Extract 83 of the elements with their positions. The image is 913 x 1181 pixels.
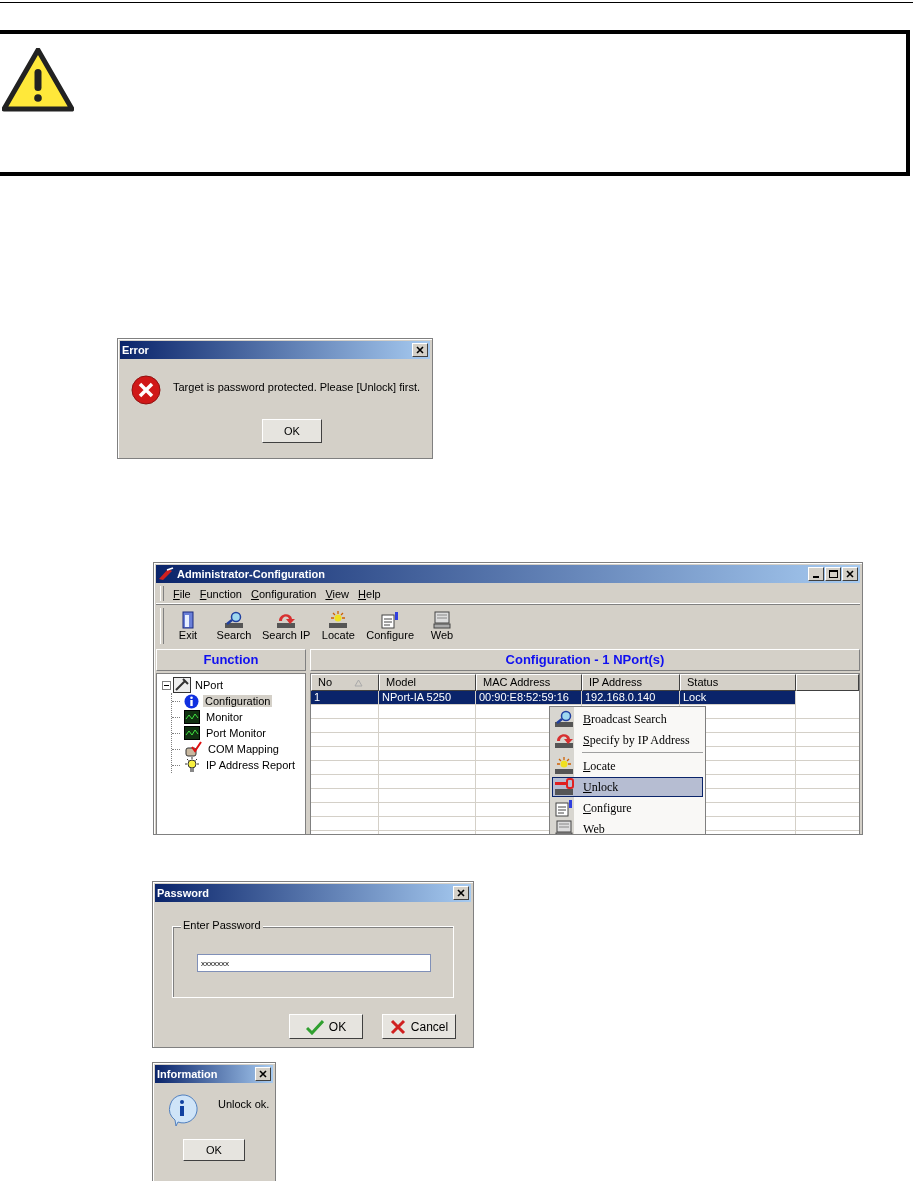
table-cell: 00:90:E8:52:59:16 <box>476 691 582 705</box>
error-message: Target is password protected. Please [Unlock] first. <box>173 381 420 393</box>
close-icon <box>259 1070 267 1078</box>
menu-item[interactable]: Broadcast Search <box>552 709 703 729</box>
hand-check-icon <box>184 741 202 757</box>
toolbar-button[interactable]: Search <box>212 611 256 641</box>
ok-button[interactable]: OK <box>183 1139 245 1161</box>
close-icon <box>846 570 854 578</box>
arrow-icon <box>276 611 297 629</box>
tree-item[interactable]: Monitor <box>204 711 245 723</box>
tools-icon <box>173 677 191 693</box>
document-icon <box>555 799 573 817</box>
column-header[interactable]: Status <box>680 674 796 691</box>
menu-item[interactable]: Configure <box>552 798 703 818</box>
cancel-button[interactable]: Cancel <box>382 1014 456 1039</box>
tree-item[interactable]: Configuration <box>203 695 273 707</box>
toolbar-button[interactable]: Locate <box>316 611 361 641</box>
search-icon <box>224 611 244 629</box>
dialog-title: Error <box>122 344 149 356</box>
door-icon <box>180 611 196 629</box>
tree-item[interactable]: IP Address Report <box>204 759 298 771</box>
collapse-icon[interactable] <box>162 680 171 690</box>
cross-icon <box>389 1018 406 1035</box>
close-button[interactable] <box>255 1067 271 1081</box>
ok-button[interactable]: OK <box>289 1014 363 1039</box>
dialog-title: Password <box>157 887 209 899</box>
column-header[interactable]: Model <box>379 674 476 691</box>
table-cell: NPort-IA 5250 <box>379 691 476 705</box>
menu-item[interactable]: Unlock <box>552 777 703 797</box>
bulb-icon <box>184 757 200 773</box>
arrow-icon <box>554 731 574 749</box>
info-icon <box>166 1093 198 1127</box>
warning-icon <box>2 48 74 112</box>
dialog-title: Information <box>157 1068 218 1080</box>
maximize-button[interactable] <box>825 567 841 581</box>
app-icon <box>158 567 174 581</box>
monitor-icon <box>184 710 200 724</box>
info-icon <box>184 693 199 709</box>
close-button[interactable] <box>412 343 428 357</box>
menu-item[interactable]: Locate <box>552 756 703 776</box>
menu-item[interactable]: Help <box>358 587 381 600</box>
column-header[interactable]: IP Address <box>582 674 680 691</box>
group-label: Enter Password <box>181 919 263 931</box>
search-icon <box>554 710 574 728</box>
pane-header: Function <box>156 649 306 671</box>
toolbar-button[interactable]: Web <box>420 611 464 641</box>
password-field[interactable]: xxxxxxx <box>197 954 431 972</box>
key-icon <box>554 778 574 796</box>
column-header[interactable]: MAC Address <box>476 674 582 691</box>
tree-item[interactable]: COM Mapping <box>206 743 281 755</box>
info-message: Unlock ok. <box>218 1098 270 1112</box>
close-button[interactable] <box>453 886 469 900</box>
table-row[interactable]: 1 NPort-IA 5250 00:90:E8:52:59:16 192.168.0.140 Lock <box>311 691 859 705</box>
menu-item[interactable]: Function <box>199 587 242 600</box>
tree-item[interactable]: Port Monitor <box>204 727 268 739</box>
menu-item[interactable]: Specify by IP Address <box>552 730 703 750</box>
column-header[interactable]: No <box>311 674 379 691</box>
ok-button[interactable]: OK <box>262 419 322 443</box>
close-button[interactable] <box>842 567 858 581</box>
menu-item[interactable]: File <box>173 587 191 600</box>
toolbar-button[interactable]: Configure <box>362 611 418 641</box>
error-icon <box>131 375 161 405</box>
toolbar-button[interactable]: Search IP <box>258 611 315 641</box>
minimize-button[interactable] <box>808 567 824 581</box>
lamp-icon <box>554 757 574 775</box>
lamp-icon <box>328 611 349 629</box>
table-cell: 1 <box>311 691 379 705</box>
table-cell: 192.168.0.140 <box>582 691 680 705</box>
menu-item[interactable]: Configuration <box>250 587 317 600</box>
close-icon <box>416 346 424 354</box>
table-cell: Lock <box>680 691 796 705</box>
window-title: Administrator-Configuration <box>177 568 325 580</box>
tree-item[interactable]: NPort <box>193 679 226 691</box>
close-icon <box>457 889 465 897</box>
menu-item[interactable]: View <box>325 587 350 600</box>
pane-header: Configuration - 1 NPort(s) <box>310 649 860 671</box>
check-icon <box>305 1018 324 1035</box>
menu-item[interactable]: Web <box>552 819 703 834</box>
monitor-icon <box>184 726 200 740</box>
monitor-icon <box>433 611 451 629</box>
toolbar-button[interactable]: Exit <box>166 611 210 641</box>
maximize-icon <box>828 570 838 578</box>
document-icon <box>381 611 400 629</box>
